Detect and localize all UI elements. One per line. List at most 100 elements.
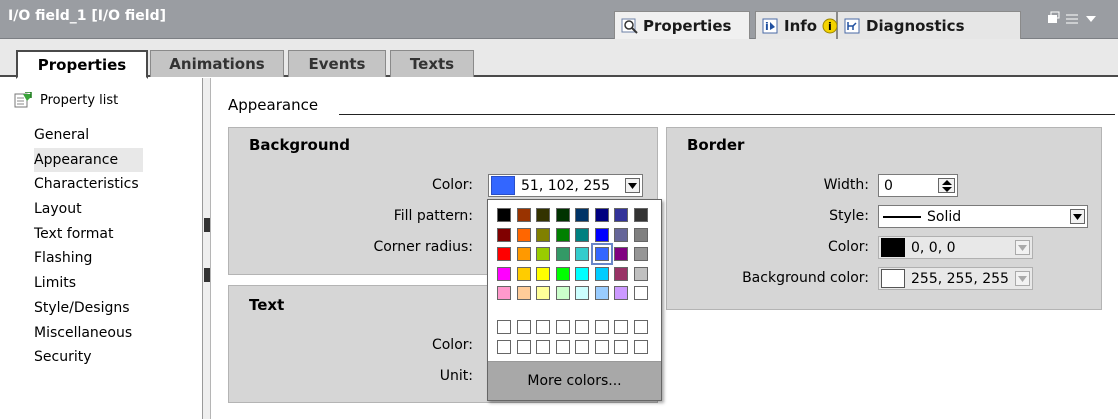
border-width-stepper[interactable]: 0 [878, 174, 958, 197]
dropdown-arrow-icon[interactable] [625, 178, 640, 193]
nav-item-characteristics[interactable]: Characteristics [34, 172, 143, 197]
chevron-down-icon[interactable] [1084, 11, 1098, 29]
color-swatch-cell[interactable] [633, 227, 648, 242]
color-swatch-cell[interactable] [497, 208, 511, 222]
custom-color-cell[interactable] [614, 339, 628, 354]
custom-color-cell[interactable] [594, 320, 609, 334]
tab-animations[interactable]: Animations [150, 50, 284, 77]
menu-lines-icon[interactable] [1064, 11, 1080, 29]
color-swatch-cell[interactable] [575, 266, 589, 281]
nav-item-general[interactable]: General [34, 123, 143, 148]
color-swatch-cell[interactable] [497, 247, 511, 261]
color-swatch-cell[interactable] [594, 227, 609, 242]
color-swatch-cell[interactable] [614, 227, 628, 242]
more-colors-button[interactable]: More colors... [488, 361, 661, 400]
tab-top-diagnostics[interactable]: Diagnostics [837, 11, 1021, 39]
color-swatch-cell[interactable] [555, 247, 570, 261]
expand-right-icon[interactable] [204, 268, 210, 282]
tab-top-info[interactable]: i Info i [755, 11, 838, 39]
collapse-left-icon[interactable] [204, 218, 210, 232]
border-color-dropdown[interactable]: 0, 0, 0 [878, 236, 1033, 259]
nav-item-text-format[interactable]: Text format [34, 222, 143, 247]
background-title: Background [249, 136, 350, 154]
custom-color-cell[interactable] [497, 320, 511, 334]
properties-content: Appearance Background Color: 51, 102, 25… [212, 78, 1118, 419]
custom-color-cell[interactable] [497, 339, 511, 354]
color-swatch-cell[interactable] [497, 286, 511, 300]
color-swatch-cell[interactable] [536, 286, 550, 300]
color-swatch-cell[interactable] [594, 208, 609, 222]
color-swatch-cell[interactable] [497, 266, 511, 281]
nav-item-miscellaneous[interactable]: Miscellaneous [34, 321, 143, 346]
tab-events[interactable]: Events [288, 50, 386, 77]
restore-window-icon[interactable] [1046, 11, 1060, 29]
color-swatch-cell[interactable] [536, 247, 550, 261]
color-swatch-cell[interactable] [614, 266, 628, 281]
color-swatch-cell[interactable] [555, 208, 570, 222]
nav-item-limits[interactable]: Limits [34, 271, 143, 296]
color-swatch-cell[interactable] [614, 247, 628, 261]
custom-color-cell[interactable] [575, 320, 589, 334]
custom-color-cell[interactable] [536, 339, 550, 354]
custom-color-cell[interactable] [555, 339, 570, 354]
border-width-value: 0 [884, 177, 893, 194]
color-swatch-cell[interactable] [555, 286, 570, 300]
border-style-dropdown[interactable]: Solid [878, 205, 1088, 228]
color-swatch-cell[interactable] [555, 266, 570, 281]
color-swatch-cell[interactable] [536, 266, 550, 281]
custom-color-cell[interactable] [555, 320, 570, 334]
color-swatch-cell[interactable] [516, 208, 531, 222]
custom-color-cell[interactable] [516, 320, 531, 334]
color-swatch-cell[interactable] [516, 286, 531, 300]
color-swatch-cell[interactable] [555, 227, 570, 242]
color-swatch-cell[interactable] [575, 208, 589, 222]
property-list-link[interactable]: Property list [14, 92, 118, 108]
color-swatch-cell[interactable] [497, 227, 511, 242]
color-swatch-cell[interactable] [516, 247, 531, 261]
color-swatch-cell[interactable] [594, 286, 609, 300]
dropdown-arrow-icon[interactable] [1070, 209, 1085, 224]
custom-color-cell[interactable] [614, 320, 628, 334]
custom-color-cell[interactable] [536, 320, 550, 334]
color-swatch-cell[interactable] [536, 208, 550, 222]
color-swatch-cell[interactable] [614, 208, 628, 222]
dropdown-arrow-icon[interactable] [1015, 240, 1030, 255]
color-swatch-cell[interactable] [590, 243, 613, 265]
color-swatch-cell[interactable] [516, 227, 531, 242]
border-bg-color-dropdown[interactable]: 255, 255, 255 [878, 267, 1033, 290]
custom-color-cell[interactable] [575, 339, 589, 354]
color-swatch-cell[interactable] [633, 247, 648, 261]
color-swatch-cell[interactable] [575, 247, 589, 261]
bg-color-label: Color: [431, 177, 473, 193]
window-title: I/O field_1 [I/O field] [8, 8, 166, 24]
nav-item-security[interactable]: Security [34, 345, 143, 370]
spin-icon[interactable] [938, 178, 955, 193]
bg-color-dropdown[interactable]: 51, 102, 255 [488, 174, 643, 197]
color-swatch-cell[interactable] [594, 266, 609, 281]
tab-top-properties[interactable]: Properties [614, 11, 750, 39]
color-swatch-cell[interactable] [633, 266, 648, 281]
pane-splitter[interactable] [203, 78, 211, 419]
custom-color-cell[interactable] [633, 320, 648, 334]
tab-properties[interactable]: Properties [16, 50, 148, 79]
color-swatch-cell[interactable] [614, 286, 628, 300]
bg-color-swatch [491, 176, 515, 195]
nav-item-flashing[interactable]: Flashing [34, 246, 143, 271]
border-color-swatch [881, 238, 905, 257]
tab-texts[interactable]: Texts [390, 50, 474, 77]
color-swatch-cell[interactable] [633, 286, 648, 300]
border-group: Border Width: 0 Style: Solid Color: 0, 0… [666, 127, 1102, 310]
color-swatch-cell[interactable] [575, 286, 589, 300]
nav-item-style-designs[interactable]: Style/Designs [34, 296, 143, 321]
color-swatch-cell[interactable] [516, 266, 531, 281]
custom-color-cell[interactable] [633, 339, 648, 354]
color-swatch-cell[interactable] [633, 208, 648, 222]
custom-color-cell[interactable] [594, 339, 609, 354]
nav-item-appearance[interactable]: Appearance [34, 147, 143, 173]
custom-color-cell[interactable] [516, 339, 531, 354]
nav-item-layout[interactable]: Layout [34, 197, 143, 222]
dropdown-arrow-icon[interactable] [1015, 271, 1030, 286]
color-swatch-cell[interactable] [575, 227, 589, 242]
color-picker-popup: More colors... [487, 199, 662, 401]
color-swatch-cell[interactable] [536, 227, 550, 242]
